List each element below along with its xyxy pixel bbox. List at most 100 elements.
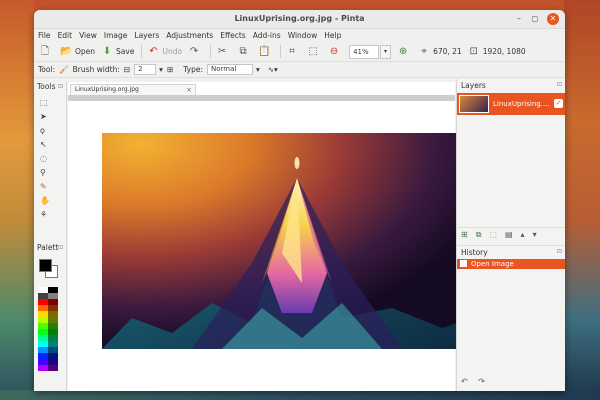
width-dropdown-button[interactable]: ▾ <box>159 65 163 74</box>
history-item-label: Open Image <box>471 260 514 268</box>
history-undo-icon[interactable]: ↶ <box>461 377 468 386</box>
menu-image[interactable]: Image <box>104 31 128 40</box>
tool-label: Tool: <box>38 65 56 74</box>
menu-view[interactable]: View <box>79 31 97 40</box>
tool-options-bar: Tool: 🖌 Brush width: ⊟ 2 ▾ ⊞ Type: Norma… <box>34 62 565 78</box>
ellipse-select-icon[interactable]: ◌ <box>40 154 49 163</box>
menu-adjustments[interactable]: Adjustments <box>166 31 213 40</box>
title-bar[interactable]: LinuxUprising.org.jpg - Pinta – ◻ ✕ <box>34 10 565 29</box>
toolbar-separator <box>210 45 212 58</box>
paintbrush-icon[interactable]: 🖌 <box>59 65 69 74</box>
layer-thumbnail <box>459 95 489 113</box>
zoom-out-button[interactable]: ⊖ <box>328 46 343 58</box>
move-layer-down-icon[interactable]: ▾ <box>533 230 537 239</box>
cursor-position-icon: ⌖ <box>421 45 427 57</box>
clone-stamp-icon[interactable]: ⚘ <box>40 210 49 219</box>
redo-button[interactable]: ↷ <box>188 46 203 58</box>
cursor-position-value: 670, 21 <box>433 47 462 56</box>
deselect-button[interactable]: ⬚ <box>307 46 322 58</box>
crop-icon: ⌗ <box>289 45 295 57</box>
brush-width-input[interactable]: 2 <box>134 64 157 75</box>
history-item[interactable]: Open Image <box>457 259 565 269</box>
zoom-in-icon: ⊕ <box>398 45 408 57</box>
cut-button[interactable]: ✂ <box>216 46 231 58</box>
right-panels: Layers ⊡ LinuxUprising.... ✓ ⊞ ⧉ ⬚ ▤ ▴ ▾ … <box>456 79 565 391</box>
move-layer-up-icon[interactable]: ▴ <box>521 230 525 239</box>
type-dropdown-button[interactable]: ▾ <box>256 65 260 74</box>
menu-window[interactable]: Window <box>288 31 318 40</box>
type-select[interactable]: Normal <box>207 64 253 75</box>
layer-properties-icon[interactable]: ▤ <box>505 230 513 239</box>
minimize-button[interactable]: – <box>513 13 525 25</box>
history-redo-icon[interactable]: ↷ <box>478 377 485 386</box>
layers-panel-title: Layers <box>461 81 486 90</box>
menu-bar: File Edit View Image Layers Adjustments … <box>34 29 565 42</box>
image-canvas[interactable] <box>102 133 487 349</box>
lasso-icon[interactable]: ϙ <box>40 126 49 135</box>
folder-icon: 📂 <box>60 45 73 57</box>
zoom-level-input[interactable]: 41% <box>349 44 380 59</box>
open-image-icon <box>460 260 467 267</box>
add-layer-icon[interactable]: ⊞ <box>461 230 468 239</box>
pin-icon[interactable]: ⊡ <box>58 83 63 90</box>
layer-item[interactable]: LinuxUprising.... ✓ <box>457 93 565 115</box>
palette-color-swatch[interactable] <box>48 365 58 371</box>
duplicate-layer-icon[interactable]: ⧉ <box>476 230 482 240</box>
move-selection-icon[interactable]: ➤ <box>40 112 49 121</box>
crop-button[interactable]: ⌗ <box>286 46 301 58</box>
undo-icon: ↶ <box>149 45 158 57</box>
palette-swatches <box>38 287 58 371</box>
redo-icon: ↷ <box>189 45 199 57</box>
new-image-button[interactable]: 🗋 <box>39 46 54 58</box>
pin-icon[interactable]: ⊡ <box>557 81 562 88</box>
deselect-icon: ⬚ <box>308 45 318 57</box>
zoom-tool-icon[interactable]: ⚲ <box>40 168 49 177</box>
delete-layer-icon[interactable]: ⬚ <box>489 230 497 239</box>
window-title: LinuxUprising.org.jpg - Pinta <box>234 14 365 23</box>
menu-file[interactable]: File <box>38 31 51 40</box>
main-toolbar: 🗋 📂 Open ⬇ Save ↶ Undo ↷ ✂ ⧉ 📋 ⌗ ⬚ ⊖ 41% ▾ … <box>34 42 565 62</box>
save-label: Save <box>116 47 135 56</box>
layer-visibility-checkbox[interactable]: ✓ <box>554 99 563 108</box>
palette-panel-title: Palett <box>37 243 59 252</box>
copy-button[interactable]: ⧉ <box>237 46 252 58</box>
copy-icon: ⧉ <box>239 45 247 57</box>
zoom-in-button[interactable]: ⊕ <box>397 46 412 58</box>
menu-add-ins[interactable]: Add-ins <box>253 31 281 40</box>
pinta-window: LinuxUprising.org.jpg - Pinta – ◻ ✕ File… <box>34 10 565 391</box>
undo-button[interactable]: ↶ Undo <box>147 46 182 58</box>
paste-button[interactable]: 📋 <box>258 46 273 58</box>
pin-icon[interactable]: ⊡ <box>557 248 562 255</box>
menu-layers[interactable]: Layers <box>134 31 159 40</box>
toolbar-separator <box>141 45 143 58</box>
image-size-value: 1920, 1080 <box>482 47 526 56</box>
layers-panel-header: Layers ⊡ <box>457 79 565 92</box>
cursor-position: ⌖ 670, 21 <box>418 45 462 58</box>
decrease-width-button[interactable]: ⊟ <box>124 65 130 74</box>
open-button[interactable]: 📂 Open <box>60 46 95 58</box>
close-button[interactable]: ✕ <box>547 13 559 25</box>
paste-icon: 📋 <box>258 45 271 57</box>
pan-tool-icon[interactable]: ✋ <box>40 196 50 205</box>
maximize-button[interactable]: ◻ <box>529 13 541 25</box>
menu-edit[interactable]: Edit <box>58 31 73 40</box>
pin-icon[interactable]: ⊡ <box>58 244 63 251</box>
paintbrush-tool-icon[interactable]: ✎ <box>40 182 49 191</box>
close-tab-icon[interactable]: × <box>186 85 192 95</box>
save-button[interactable]: ⬇ Save <box>101 46 135 58</box>
antialiasing-icon[interactable]: ∿▾ <box>268 65 278 74</box>
scissors-icon: ✂ <box>217 45 227 57</box>
primary-color-swatch[interactable] <box>39 259 52 272</box>
menu-effects[interactable]: Effects <box>220 31 246 40</box>
layer-toolbar: ⊞ ⧉ ⬚ ▤ ▴ ▾ <box>457 227 565 241</box>
palette-color-swatch[interactable] <box>38 365 48 371</box>
increase-width-button[interactable]: ⊞ <box>167 65 173 74</box>
move-selected-icon[interactable]: ↖ <box>40 140 49 149</box>
tools-panel-title: Tools <box>37 82 56 91</box>
palette-panel: Palett ⊡ <box>34 243 67 391</box>
zoom-dropdown-button[interactable]: ▾ <box>380 44 392 59</box>
document-tab[interactable]: LinuxUprising.org.jpg × <box>70 84 196 95</box>
menu-help[interactable]: Help <box>324 31 341 40</box>
palette-panel-header: Palett ⊡ <box>34 243 66 254</box>
rectangle-select-icon[interactable]: ⬚ <box>40 98 49 107</box>
